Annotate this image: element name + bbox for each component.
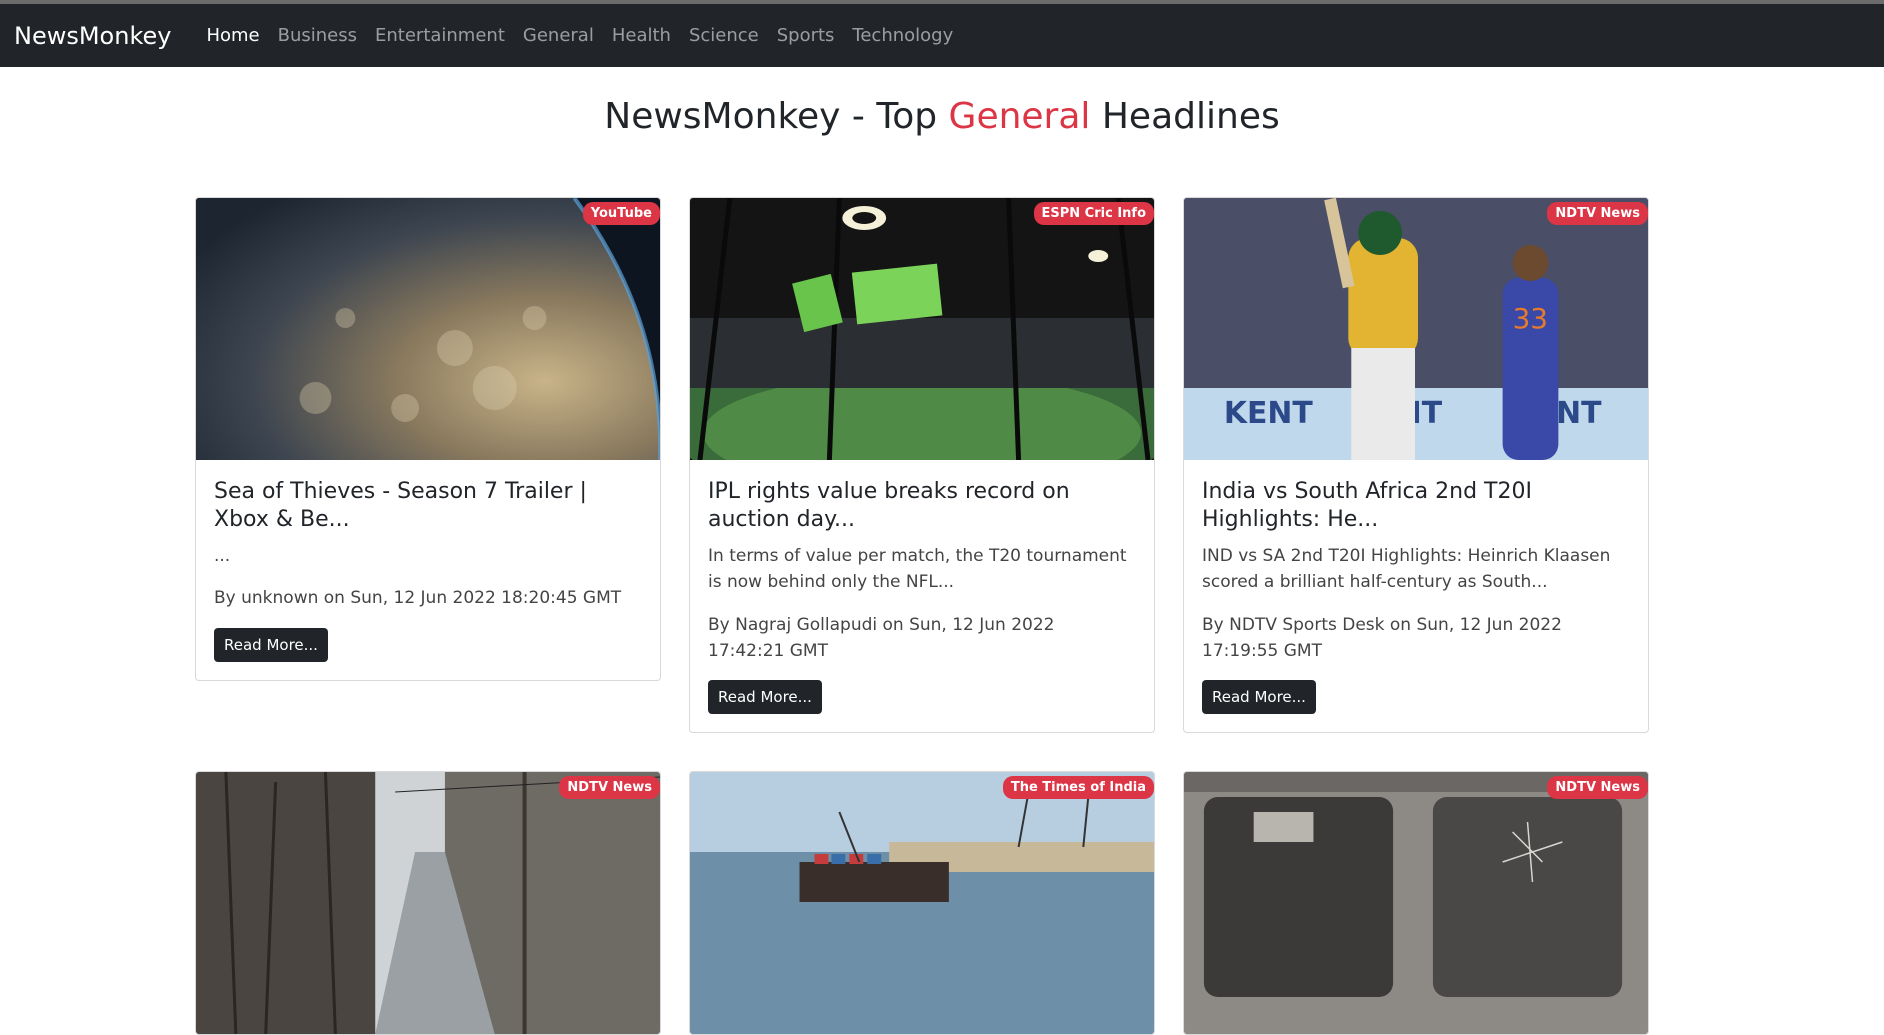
card-meta: By NDTV Sports Desk on Sun, 12 Jun 2022 … (1202, 614, 1562, 662)
news-card: The Times of India (689, 771, 1155, 1035)
nav-item-entertainment[interactable]: Entertainment (366, 25, 514, 46)
card-title: India vs South Africa 2nd T20I Highlight… (1202, 479, 1532, 532)
page-title-suffix: Headlines (1090, 96, 1280, 137)
nav-item-home[interactable]: Home (197, 25, 268, 46)
stadium-image (690, 198, 1154, 460)
port-image (690, 772, 1154, 1035)
read-more-button[interactable]: Read More... (214, 627, 328, 662)
news-card: NDTV News (195, 771, 661, 1035)
source-badge: NDTV News (559, 776, 660, 800)
cricket-image: KENTKENTKENT 33 (1184, 198, 1648, 460)
news-image (690, 198, 1154, 460)
road-image (196, 772, 660, 1035)
news-card: YouTube Sea of Thieves - Season 7 Traile… (195, 197, 661, 681)
navbar: NewsMonkey Home Business Entertainment G… (0, 4, 1884, 67)
news-image (196, 198, 660, 460)
svg-text:33: 33 (1513, 302, 1548, 335)
news-image (690, 772, 1154, 1035)
card-description: ... (214, 546, 231, 566)
card-meta: By unknown on Sun, 12 Jun 2022 18:20:45 … (214, 588, 622, 609)
news-card: ESPN Cric Info IPL rights value breaks r… (689, 197, 1155, 734)
card-body: Sea of Thieves - Season 7 Trailer | Xbox… (196, 460, 660, 680)
nav-item-health[interactable]: Health (603, 25, 680, 46)
nav-links: Home Business Entertainment General Heal… (197, 25, 962, 46)
source-badge: YouTube (582, 202, 660, 225)
card-title: Sea of Thieves - Season 7 Trailer | Xbox… (214, 479, 587, 532)
earth-image (196, 198, 660, 460)
card-title: IPL rights value breaks record on auctio… (708, 479, 1070, 532)
read-more-button[interactable]: Read More... (708, 680, 822, 715)
page-title: NewsMonkey - Top General Headlines (0, 67, 1884, 197)
nav-item-sports[interactable]: Sports (768, 25, 844, 46)
news-image (1184, 772, 1648, 1035)
news-image (196, 772, 660, 1035)
nav-item-technology[interactable]: Technology (843, 25, 962, 46)
source-badge: ESPN Cric Info (1033, 202, 1154, 225)
svg-text:KENT: KENT (1224, 396, 1313, 431)
page-title-prefix: NewsMonkey - Top (604, 96, 949, 137)
source-badge: The Times of India (1002, 776, 1154, 800)
source-badge: NDTV News (1547, 202, 1648, 225)
card-body: India vs South Africa 2nd T20I Highlight… (1184, 460, 1648, 732)
news-card: NDTV News KENTKENTKENT 33 India vs South… (1183, 197, 1649, 734)
nav-item-general[interactable]: General (514, 25, 603, 46)
train-window-image (1184, 772, 1648, 1035)
card-description: IND vs SA 2nd T20I Highlights: Heinrich … (1202, 546, 1611, 593)
news-grid: YouTube Sea of Thieves - Season 7 Traile… (195, 197, 1689, 1035)
news-card: NDTV News (1183, 771, 1649, 1035)
read-more-button[interactable]: Read More... (1202, 680, 1316, 715)
page-title-category: General (948, 96, 1091, 137)
card-description: In terms of value per match, the T20 tou… (708, 546, 1127, 593)
news-image: KENTKENTKENT 33 (1184, 198, 1648, 460)
brand-logo[interactable]: NewsMonkey (14, 22, 171, 50)
card-body: IPL rights value breaks record on auctio… (690, 460, 1154, 732)
card-meta: By Nagraj Gollapudi on Sun, 12 Jun 2022 … (708, 614, 1055, 662)
nav-item-business[interactable]: Business (269, 25, 366, 46)
nav-item-science[interactable]: Science (680, 25, 768, 46)
source-badge: NDTV News (1547, 776, 1648, 800)
